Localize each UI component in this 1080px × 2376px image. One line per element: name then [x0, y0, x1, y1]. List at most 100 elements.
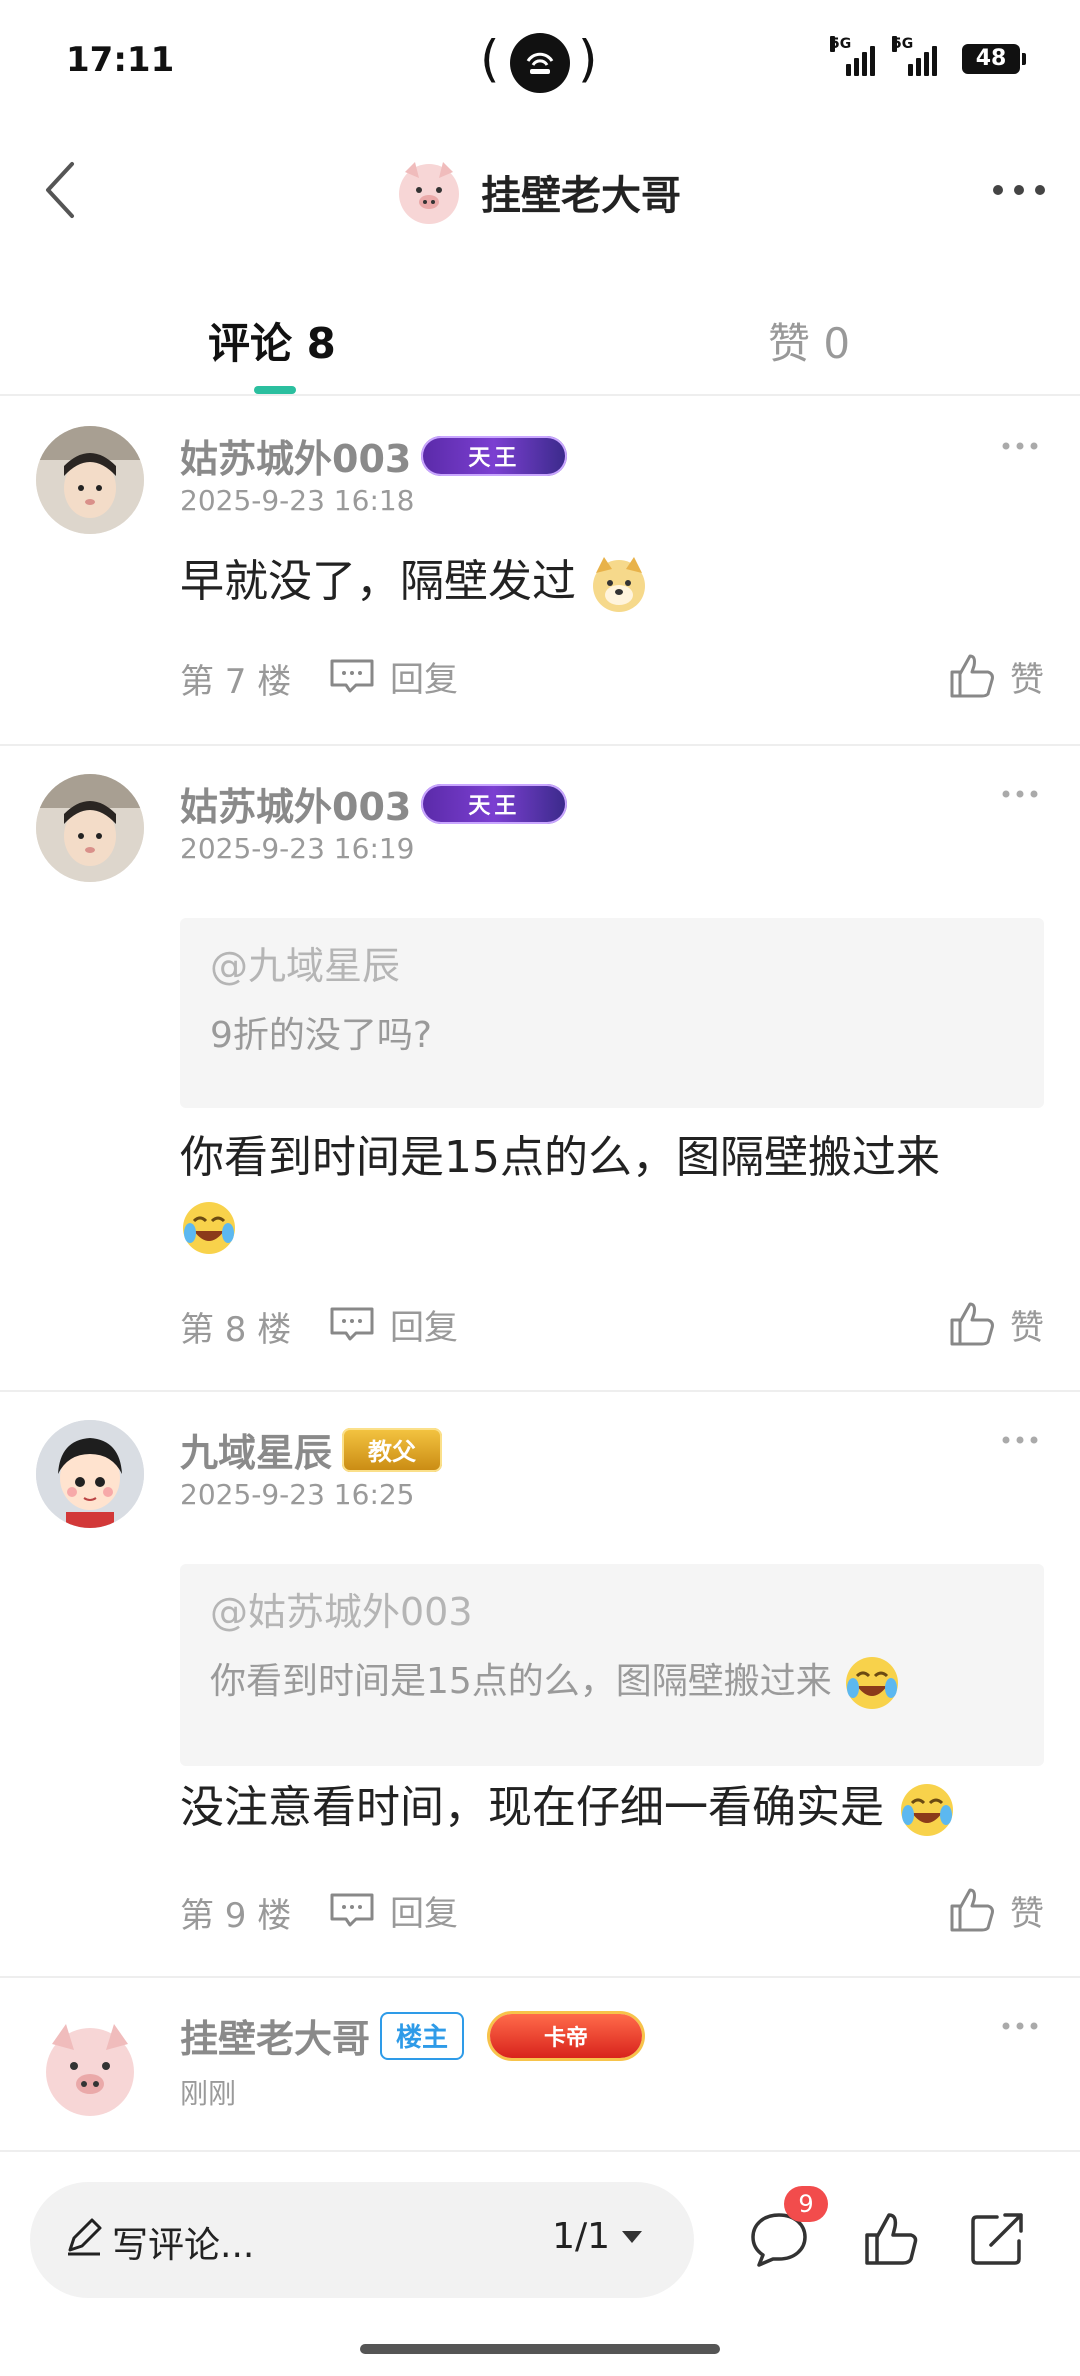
reply-button[interactable]: 回复 — [328, 646, 458, 706]
comment-text-content: 没注意看时间，现在仔细一看确实是 — [180, 1782, 884, 1833]
avatar[interactable] — [36, 1420, 144, 1528]
more-dots-icon — [1002, 442, 1038, 450]
owner-badge: 楼主 — [380, 2011, 465, 2060]
comment-text: 没注意看时间，现在仔细一看确实是 — [180, 1774, 956, 1842]
comments-button[interactable]: 9 — [744, 2186, 828, 2274]
comment-page: 17:11 ( ) 5G 5G 48 挂壁老大哥 评论 8 赞 0 姑苏城外00… — [0, 0, 1080, 2376]
user-photo-icon — [36, 426, 144, 534]
caret-down-icon — [622, 2230, 642, 2243]
bottom-bar: 写评论... 1/1 9 — [0, 2150, 1080, 2376]
tab-bar: 评论 8 赞 0 — [0, 270, 1080, 396]
status-time: 17:11 — [66, 40, 175, 80]
quoted-username: @九域星辰 — [210, 944, 401, 988]
more-options-button[interactable] — [984, 160, 1054, 220]
thumbs-up-icon — [950, 1888, 994, 1932]
quoted-text: 9折的没了吗? — [210, 1015, 433, 1056]
network-type: 5G — [830, 36, 852, 52]
like-label: 赞 — [1010, 659, 1044, 700]
quoted-comment[interactable]: @九域星辰 9折的没了吗? — [180, 918, 1044, 1108]
pig-avatar-icon — [399, 162, 459, 224]
page-indicator: 1/1 — [552, 2216, 610, 2257]
comment-time: 2025-9-23 16:19 — [180, 832, 415, 865]
like-label: 赞 — [1010, 1893, 1044, 1934]
comment-item: 姑苏城外003 天王 2025-9-23 16:19 @九域星辰 9折的没了吗?… — [0, 746, 1080, 1392]
comment-text: 你看到时间是15点的么，图隔壁搬过来 — [180, 1124, 1040, 1260]
reply-icon — [330, 1307, 374, 1341]
comment-item: 挂壁老大哥 楼主 卡帝 刚刚 — [0, 1978, 1080, 2150]
nav-title: 挂壁老大哥 — [395, 158, 681, 226]
comment-time: 2025-9-23 16:25 — [180, 1478, 415, 1511]
laugh-cry-emoji-icon — [183, 1202, 235, 1254]
comment-footer: 第 8 楼 回复 赞 — [180, 1294, 1044, 1354]
comment-more-button[interactable] — [990, 1418, 1050, 1462]
level-badge: 天王 — [421, 435, 568, 476]
network-type-2: 5G — [892, 36, 914, 52]
like-button[interactable]: 赞 — [948, 1880, 1044, 1940]
floor-number: 第 7 楼 — [180, 662, 292, 702]
more-dots-icon — [1002, 1436, 1038, 1444]
comment-time: 2025-9-23 16:18 — [180, 484, 415, 517]
comment-footer: 第 7 楼 回复 赞 — [180, 646, 1044, 706]
avatar[interactable] — [36, 2014, 144, 2122]
more-dots-icon — [1002, 2022, 1038, 2030]
chevron-left-icon — [46, 162, 74, 218]
laugh-cry-emoji-icon — [901, 1784, 953, 1836]
signal-icon: 5G — [830, 36, 876, 76]
thumbs-up-icon — [950, 654, 994, 698]
like-button[interactable]: 赞 — [948, 646, 1044, 706]
hotspot-icon — [510, 33, 570, 93]
like-post-button[interactable] — [856, 2204, 926, 2274]
more-dots-icon — [993, 185, 1045, 195]
status-icons: 5G 5G 48 — [830, 36, 1026, 76]
share-button[interactable] — [962, 2204, 1032, 2274]
reply-icon — [330, 659, 374, 693]
reply-button[interactable]: 回复 — [328, 1294, 458, 1354]
comment-text: 早就没了，隔壁发过 — [180, 548, 648, 616]
paren-right-icon: ) — [578, 30, 598, 88]
reply-label: 回复 — [390, 1307, 458, 1348]
quoted-text-content: 你看到时间是15点的么，图隔壁搬过来 — [210, 1661, 832, 1702]
comment-footer: 第 9 楼 回复 赞 — [180, 1880, 1044, 1940]
comment-input-placeholder: 写评论... — [112, 2225, 255, 2266]
like-label: 赞 — [1010, 1307, 1044, 1348]
like-button[interactable]: 赞 — [948, 1294, 1044, 1354]
floor-number: 第 8 楼 — [180, 1310, 292, 1350]
cartoon-avatar-icon — [36, 1420, 144, 1528]
paren-left-icon: ( — [480, 30, 500, 88]
page-selector[interactable]: 1/1 — [552, 2216, 644, 2257]
comment-input[interactable]: 写评论... 1/1 — [30, 2182, 694, 2298]
more-dots-icon — [1002, 790, 1038, 798]
nav-title-text: 挂壁老大哥 — [481, 173, 681, 219]
home-indicator[interactable] — [360, 2344, 720, 2354]
quoted-comment[interactable]: @姑苏城外003 你看到时间是15点的么，图隔壁搬过来 — [180, 1564, 1044, 1766]
pencil-icon — [68, 2218, 102, 2256]
comment-time: 刚刚 — [180, 2077, 237, 2110]
avatar[interactable] — [36, 426, 144, 534]
level-badge: 教父 — [342, 1427, 443, 1472]
comment-more-button[interactable] — [990, 424, 1050, 468]
comment-item: 姑苏城外003 天王 2025-9-23 16:18 早就没了，隔壁发过 第 7… — [0, 398, 1080, 746]
tab-active-indicator — [254, 386, 296, 394]
reply-icon — [330, 1893, 374, 1927]
reply-button[interactable]: 回复 — [328, 1880, 458, 1940]
pig-avatar-icon — [46, 2024, 134, 2116]
tab-comments[interactable]: 评论 8 — [208, 310, 336, 371]
tab-likes[interactable]: 赞 0 — [768, 310, 850, 371]
thumbs-up-icon — [950, 1302, 994, 1346]
share-icon — [971, 2213, 1023, 2265]
username-row: 姑苏城外003 天王 — [180, 776, 568, 831]
comment-more-button[interactable] — [990, 2004, 1050, 2048]
back-button[interactable] — [20, 150, 100, 230]
username[interactable]: 姑苏城外003 — [180, 776, 411, 831]
comment-more-button[interactable] — [990, 772, 1050, 816]
username[interactable]: 挂壁老大哥 — [180, 2008, 370, 2063]
username[interactable]: 姑苏城外003 — [180, 428, 411, 483]
signal-icon-2: 5G — [892, 36, 938, 76]
username[interactable]: 九域星辰 — [180, 1422, 332, 1477]
reply-label: 回复 — [390, 659, 458, 700]
avatar[interactable] — [36, 774, 144, 882]
comment-text-content: 你看到时间是15点的么，图隔壁搬过来 — [180, 1132, 940, 1183]
laugh-cry-emoji-icon — [846, 1657, 899, 1709]
user-photo-icon — [36, 774, 144, 882]
reply-label: 回复 — [390, 1893, 458, 1934]
